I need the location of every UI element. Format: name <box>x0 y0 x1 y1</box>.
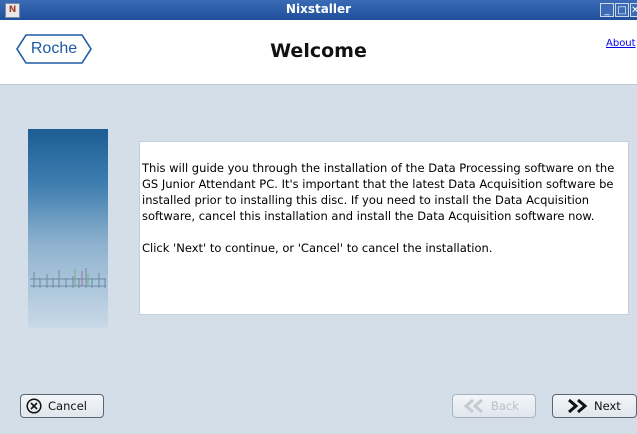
close-icon[interactable]: ✕ <box>630 3 637 17</box>
maximize-icon[interactable]: □ <box>615 3 629 17</box>
header: Roche Welcome About <box>0 20 637 85</box>
back-button-label: Back <box>491 399 519 413</box>
welcome-message-panel: This will guide you through the installa… <box>139 141 629 315</box>
cancel-button-label: Cancel <box>48 399 87 413</box>
page-title: Welcome <box>270 40 367 62</box>
welcome-text: This will guide you through the installa… <box>142 160 628 256</box>
minimize-icon[interactable]: _ <box>600 3 614 17</box>
cancel-x-icon <box>26 398 42 414</box>
side-banner-image <box>28 129 108 328</box>
title-bar[interactable]: N Nixstaller _ □ ✕ <box>0 0 637 21</box>
welcome-paragraph-2: Click 'Next' to continue, or 'Cancel' to… <box>142 241 493 255</box>
back-arrow-icon <box>463 398 483 414</box>
about-link[interactable]: About <box>606 38 636 49</box>
installer-window: N Nixstaller _ □ ✕ Roche Welcome About <box>0 0 637 434</box>
window-title: Nixstaller <box>285 2 352 16</box>
next-button-label: Next <box>594 399 621 413</box>
back-button[interactable]: Back <box>452 394 536 418</box>
next-arrow-icon <box>568 398 588 414</box>
next-button[interactable]: Next <box>552 394 637 418</box>
welcome-paragraph-1: This will guide you through the installa… <box>142 161 615 223</box>
cancel-button[interactable]: Cancel <box>20 394 104 418</box>
